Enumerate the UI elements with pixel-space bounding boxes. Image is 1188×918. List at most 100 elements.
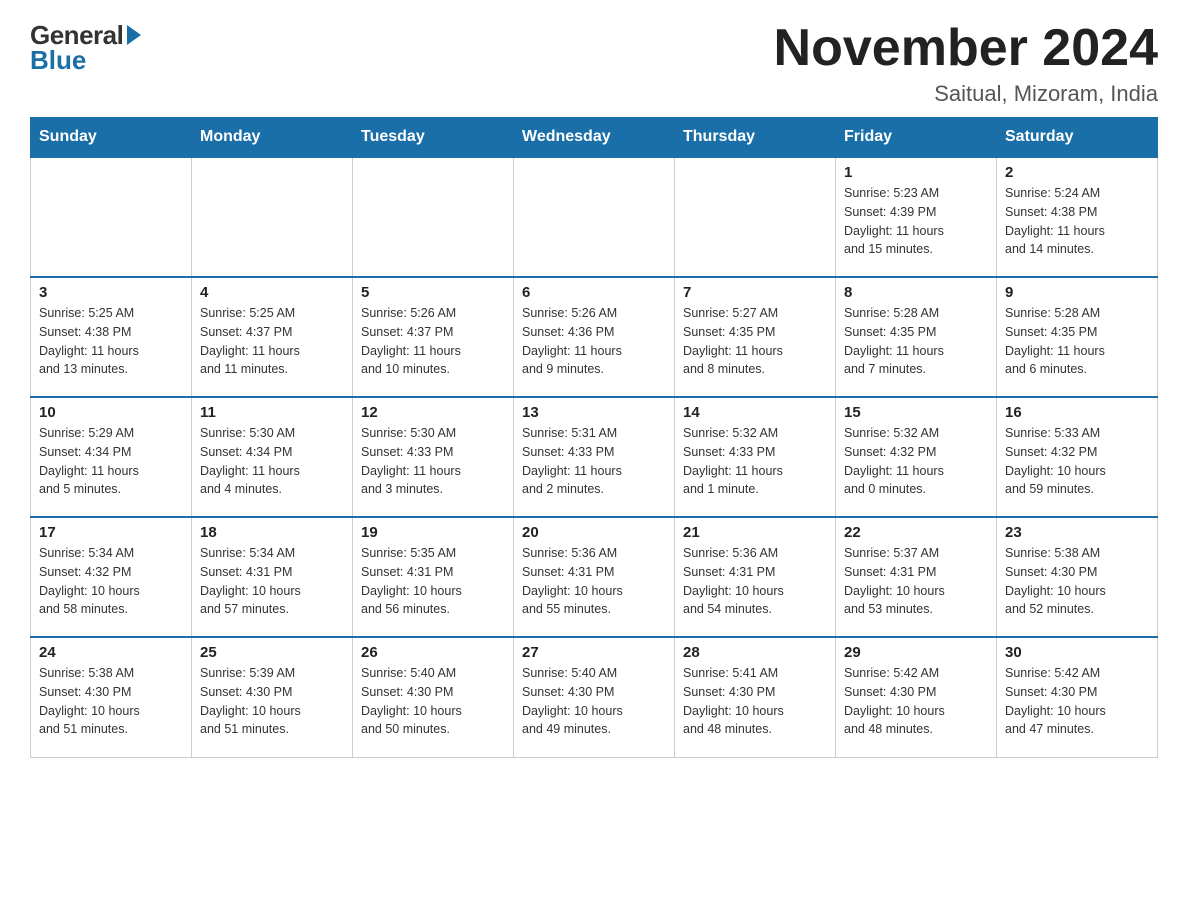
calendar-day: 1Sunrise: 5:23 AMSunset: 4:39 PMDaylight…	[836, 157, 997, 277]
day-info: Sunrise: 5:40 AMSunset: 4:30 PMDaylight:…	[361, 664, 505, 739]
logo-arrow-icon	[127, 25, 141, 45]
day-number: 18	[200, 524, 344, 541]
calendar-day: 18 Sunrise: 5:34 AMSunset: 4:31 PMDayligh…	[192, 517, 353, 637]
calendar-day: 30 Sunrise: 5:42 AMSunset: 4:30 PMDayligh…	[997, 637, 1158, 757]
day-number: 4	[200, 284, 344, 301]
calendar-day: 5 Sunrise: 5:26 AMSunset: 4:37 PMDaylight…	[353, 277, 514, 397]
calendar-day: 11 Sunrise: 5:30 AMSunset: 4:34 PMDayligh…	[192, 397, 353, 517]
day-number: 16	[1005, 404, 1149, 421]
calendar-day: 4Sunrise: 5:25 AMSunset: 4:37 PMDaylight…	[192, 277, 353, 397]
calendar-week-row: 10Sunrise: 5:29 AMSunset: 4:34 PMDayligh…	[31, 397, 1158, 517]
day-info: Sunrise: 5:24 AMSunset: 4:38 PMDaylight:…	[1005, 184, 1149, 259]
day-info: Sunrise: 5:34 AMSunset: 4:31 PMDaylight:…	[200, 544, 344, 619]
calendar-week-row: 1Sunrise: 5:23 AMSunset: 4:39 PMDaylight…	[31, 157, 1158, 277]
day-number: 27	[522, 644, 666, 661]
day-number: 30	[1005, 644, 1149, 661]
calendar-week-row: 3 Sunrise: 5:25 AMSunset: 4:38 PMDaylight…	[31, 277, 1158, 397]
day-number: 23	[1005, 524, 1149, 541]
day-info: Sunrise: 5:40 AMSunset: 4:30 PMDaylight:…	[522, 664, 666, 739]
day-info: Sunrise: 5:29 AMSunset: 4:34 PMDaylight:…	[39, 424, 183, 499]
calendar-day: 24 Sunrise: 5:38 AMSunset: 4:30 PMDayligh…	[31, 637, 192, 757]
day-number: 5	[361, 284, 505, 301]
day-number: 19	[361, 524, 505, 541]
calendar-body: 1Sunrise: 5:23 AMSunset: 4:39 PMDaylight…	[31, 157, 1158, 757]
day-info: Sunrise: 5:26 AMSunset: 4:36 PMDaylight:…	[522, 304, 666, 379]
day-number: 2	[1005, 164, 1149, 181]
day-info: Sunrise: 5:30 AMSunset: 4:33 PMDaylight:…	[361, 424, 505, 499]
calendar-day: 7Sunrise: 5:27 AMSunset: 4:35 PMDaylight…	[675, 277, 836, 397]
day-number: 17	[39, 524, 183, 541]
calendar-day: 21 Sunrise: 5:36 AMSunset: 4:31 PMDayligh…	[675, 517, 836, 637]
calendar-day: 10Sunrise: 5:29 AMSunset: 4:34 PMDayligh…	[31, 397, 192, 517]
day-info: Sunrise: 5:35 AMSunset: 4:31 PMDaylight:…	[361, 544, 505, 619]
day-info: Sunrise: 5:28 AMSunset: 4:35 PMDaylight:…	[844, 304, 988, 379]
day-info: Sunrise: 5:38 AMSunset: 4:30 PMDaylight:…	[39, 664, 183, 739]
calendar-empty-day	[192, 157, 353, 277]
day-number: 13	[522, 404, 666, 421]
title-section: November 2024 Saitual, Mizoram, India	[774, 20, 1158, 107]
calendar-day: 26 Sunrise: 5:40 AMSunset: 4:30 PMDayligh…	[353, 637, 514, 757]
day-info: Sunrise: 5:36 AMSunset: 4:31 PMDaylight:…	[522, 544, 666, 619]
calendar-empty-day	[353, 157, 514, 277]
day-info: Sunrise: 5:42 AMSunset: 4:30 PMDaylight:…	[1005, 664, 1149, 739]
calendar-day: 22Sunrise: 5:37 AMSunset: 4:31 PMDayligh…	[836, 517, 997, 637]
calendar-header: SundayMondayTuesdayWednesdayThursdayFrid…	[31, 118, 1158, 158]
day-number: 3	[39, 284, 183, 301]
calendar-day: 15 Sunrise: 5:32 AMSunset: 4:32 PMDayligh…	[836, 397, 997, 517]
calendar-day: 12 Sunrise: 5:30 AMSunset: 4:33 PMDayligh…	[353, 397, 514, 517]
calendar-day: 13Sunrise: 5:31 AMSunset: 4:33 PMDayligh…	[514, 397, 675, 517]
day-number: 21	[683, 524, 827, 541]
day-info: Sunrise: 5:30 AMSunset: 4:34 PMDaylight:…	[200, 424, 344, 499]
day-info: Sunrise: 5:36 AMSunset: 4:31 PMDaylight:…	[683, 544, 827, 619]
day-number: 25	[200, 644, 344, 661]
day-number: 6	[522, 284, 666, 301]
day-number: 29	[844, 644, 988, 661]
day-info: Sunrise: 5:42 AMSunset: 4:30 PMDaylight:…	[844, 664, 988, 739]
day-info: Sunrise: 5:34 AMSunset: 4:32 PMDaylight:…	[39, 544, 183, 619]
day-info: Sunrise: 5:27 AMSunset: 4:35 PMDaylight:…	[683, 304, 827, 379]
day-number: 24	[39, 644, 183, 661]
logo-blue-text: Blue	[30, 45, 86, 76]
calendar-empty-day	[514, 157, 675, 277]
day-info: Sunrise: 5:23 AMSunset: 4:39 PMDaylight:…	[844, 184, 988, 259]
page-header: General Blue November 2024 Saitual, Mizo…	[30, 20, 1158, 107]
calendar-day: 2 Sunrise: 5:24 AMSunset: 4:38 PMDaylight…	[997, 157, 1158, 277]
calendar-table: SundayMondayTuesdayWednesdayThursdayFrid…	[30, 117, 1158, 758]
calendar-day: 19 Sunrise: 5:35 AMSunset: 4:31 PMDayligh…	[353, 517, 514, 637]
calendar-day: 16 Sunrise: 5:33 AMSunset: 4:32 PMDayligh…	[997, 397, 1158, 517]
day-info: Sunrise: 5:32 AMSunset: 4:33 PMDaylight:…	[683, 424, 827, 499]
calendar-empty-day	[31, 157, 192, 277]
calendar-day: 8 Sunrise: 5:28 AMSunset: 4:35 PMDaylight…	[836, 277, 997, 397]
day-number: 11	[200, 404, 344, 421]
day-info: Sunrise: 5:26 AMSunset: 4:37 PMDaylight:…	[361, 304, 505, 379]
day-number: 8	[844, 284, 988, 301]
calendar-day: 23 Sunrise: 5:38 AMSunset: 4:30 PMDayligh…	[997, 517, 1158, 637]
day-info: Sunrise: 5:32 AMSunset: 4:32 PMDaylight:…	[844, 424, 988, 499]
day-number: 9	[1005, 284, 1149, 301]
day-of-week-header: Monday	[192, 118, 353, 158]
day-of-week-header: Friday	[836, 118, 997, 158]
day-number: 26	[361, 644, 505, 661]
location-subtitle: Saitual, Mizoram, India	[774, 81, 1158, 107]
day-of-week-header: Tuesday	[353, 118, 514, 158]
days-of-week-row: SundayMondayTuesdayWednesdayThursdayFrid…	[31, 118, 1158, 158]
calendar-day: 17 Sunrise: 5:34 AMSunset: 4:32 PMDayligh…	[31, 517, 192, 637]
calendar-day: 20Sunrise: 5:36 AMSunset: 4:31 PMDayligh…	[514, 517, 675, 637]
calendar-day: 28Sunrise: 5:41 AMSunset: 4:30 PMDayligh…	[675, 637, 836, 757]
day-info: Sunrise: 5:28 AMSunset: 4:35 PMDaylight:…	[1005, 304, 1149, 379]
day-number: 12	[361, 404, 505, 421]
day-of-week-header: Thursday	[675, 118, 836, 158]
calendar-day: 9 Sunrise: 5:28 AMSunset: 4:35 PMDaylight…	[997, 277, 1158, 397]
day-info: Sunrise: 5:37 AMSunset: 4:31 PMDaylight:…	[844, 544, 988, 619]
day-number: 15	[844, 404, 988, 421]
day-info: Sunrise: 5:33 AMSunset: 4:32 PMDaylight:…	[1005, 424, 1149, 499]
day-info: Sunrise: 5:25 AMSunset: 4:38 PMDaylight:…	[39, 304, 183, 379]
day-of-week-header: Sunday	[31, 118, 192, 158]
calendar-day: 29 Sunrise: 5:42 AMSunset: 4:30 PMDayligh…	[836, 637, 997, 757]
day-of-week-header: Wednesday	[514, 118, 675, 158]
month-title: November 2024	[774, 20, 1158, 77]
calendar-day: 14 Sunrise: 5:32 AMSunset: 4:33 PMDayligh…	[675, 397, 836, 517]
day-number: 14	[683, 404, 827, 421]
day-info: Sunrise: 5:38 AMSunset: 4:30 PMDaylight:…	[1005, 544, 1149, 619]
day-of-week-header: Saturday	[997, 118, 1158, 158]
